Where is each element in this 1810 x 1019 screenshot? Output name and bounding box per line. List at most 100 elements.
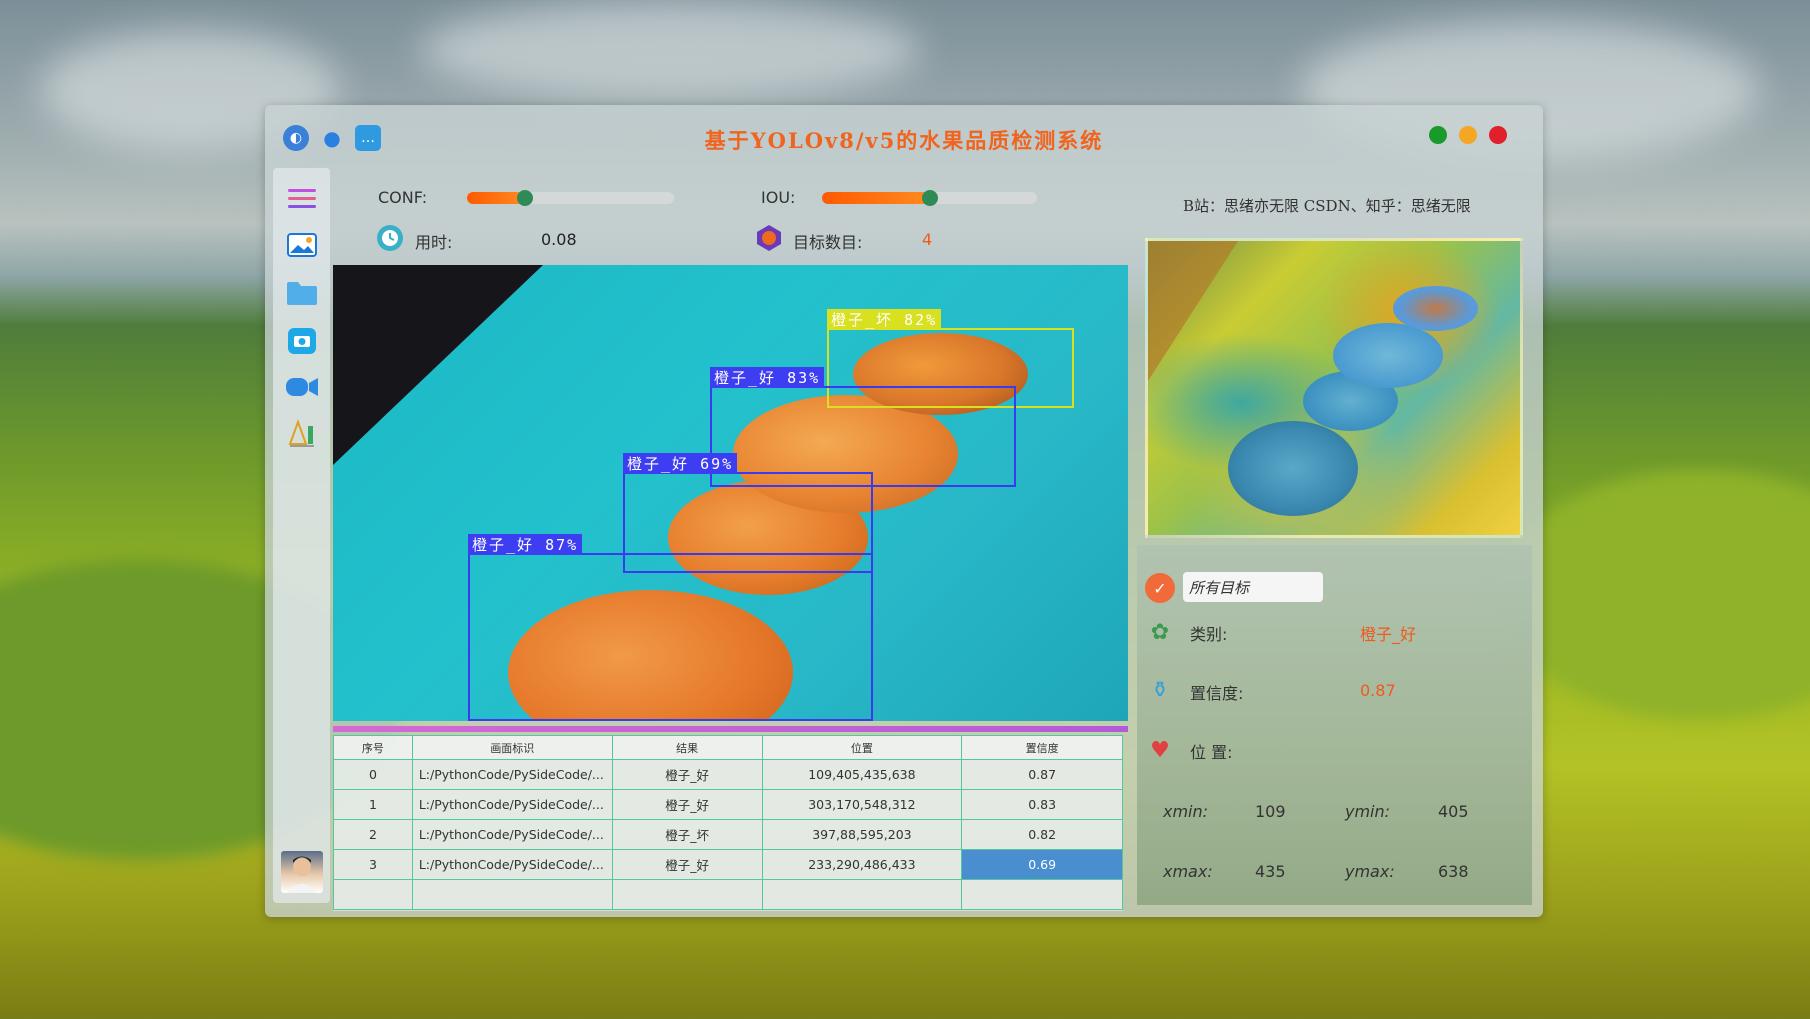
bbox-label-class: 橙子_好	[472, 536, 535, 554]
confidence-label: 置信度:	[1190, 684, 1244, 703]
cell-empty	[333, 879, 413, 910]
avatar[interactable]	[281, 851, 323, 893]
bbox-label-score: 87%	[545, 536, 579, 554]
clock-icon	[377, 225, 403, 251]
cell-position: 233,290,486,433	[761, 849, 963, 880]
cell-id: 3	[333, 849, 413, 880]
iou-slider-fill	[822, 192, 930, 204]
ymin-label: ymin:	[1345, 802, 1391, 821]
table-row-empty[interactable]	[333, 879, 1123, 910]
cell-empty	[961, 879, 1123, 910]
time-value: 0.08	[541, 230, 577, 249]
count-value: 4	[922, 230, 933, 249]
bbox-label: 橙子_好 87%	[468, 534, 583, 555]
menu-icon[interactable]	[285, 184, 319, 214]
time-label: 用时:	[415, 233, 453, 252]
check-icon: ✓	[1145, 573, 1175, 603]
table-row[interactable]: 3 L:/PythonCode/PySideCode/... 橙子_好 233,…	[333, 849, 1123, 880]
maximize-button[interactable]	[1429, 126, 1447, 144]
cell-position: 109,405,435,638	[761, 759, 963, 790]
xmax-label: xmax:	[1163, 862, 1213, 881]
xmin-value: 109	[1255, 802, 1286, 821]
results-table[interactable]: 序号 画面标识 结果 位置 置信度 0 L:/PythonCode/PySide…	[333, 735, 1123, 911]
conf-slider-knob[interactable]	[516, 190, 533, 206]
cell-position: 303,170,548,312	[761, 789, 963, 820]
position-label: 位 置:	[1190, 743, 1233, 762]
cell-path: L:/PythonCode/PySideCode/...	[411, 789, 613, 820]
table-header-row: 序号 画面标识 结果 位置 置信度	[333, 735, 1123, 760]
bottle-icon: ⚱	[1150, 677, 1170, 703]
folder-icon[interactable]	[285, 278, 319, 308]
heatmap-image	[1145, 238, 1523, 538]
target-select[interactable]: 所有目标	[1183, 572, 1323, 602]
iou-label: IOU:	[761, 188, 796, 207]
ymin-value: 405	[1438, 802, 1469, 821]
bbox-label-class: 橙子_好	[714, 369, 777, 387]
cell-result: 橙子_坏	[611, 819, 763, 850]
conf-slider[interactable]	[467, 190, 674, 206]
cell-result: 橙子_好	[611, 759, 763, 790]
xmax-value: 435	[1255, 862, 1286, 881]
table-header[interactable]: 置信度	[961, 735, 1123, 760]
cell-confidence: 0.82	[961, 819, 1123, 850]
video-icon[interactable]	[285, 372, 319, 402]
iou-slider[interactable]	[822, 190, 1037, 206]
table-header[interactable]: 结果	[611, 735, 763, 760]
heatmap-fruit	[1333, 323, 1443, 388]
table-header[interactable]: 序号	[333, 735, 413, 760]
cell-path: L:/PythonCode/PySideCode/...	[411, 819, 613, 850]
minimize-button[interactable]	[1459, 126, 1477, 144]
author-credit: B站：思绪亦无限 CSDN、知乎：思绪无限	[1183, 197, 1471, 215]
ymax-label: ymax:	[1345, 862, 1395, 881]
logo-icon	[285, 418, 319, 448]
table-row[interactable]: 2 L:/PythonCode/PySideCode/... 橙子_坏 397,…	[333, 819, 1123, 850]
bbox-label-class: 橙子_坏	[831, 311, 894, 329]
cell-result: 橙子_好	[611, 789, 763, 820]
cell-path: L:/PythonCode/PySideCode/...	[411, 849, 613, 880]
close-button[interactable]	[1489, 126, 1507, 144]
target-count-icon	[755, 224, 783, 252]
class-label: 类别:	[1190, 625, 1228, 644]
cell-path: L:/PythonCode/PySideCode/...	[411, 759, 613, 790]
cell-confidence: 0.83	[961, 789, 1123, 820]
count-label: 目标数目:	[793, 233, 863, 252]
bbox-label: 橙子_坏 82%	[827, 309, 942, 330]
bbox-label-score: 69%	[700, 455, 734, 473]
cell-result: 橙子_好	[611, 849, 763, 880]
cell-empty	[761, 879, 963, 910]
image-shadow-region	[333, 265, 543, 465]
bbox-label: 橙子_好 69%	[623, 453, 738, 474]
conf-label: CONF:	[378, 188, 428, 207]
table-row[interactable]: 1 L:/PythonCode/PySideCode/... 橙子_好 303,…	[333, 789, 1123, 820]
table-row[interactable]: 0 L:/PythonCode/PySideCode/... 橙子_好 109,…	[333, 759, 1123, 790]
cell-confidence: 0.87	[961, 759, 1123, 790]
image-divider	[333, 726, 1128, 732]
detection-image: 橙子_坏 82% 橙子_好 83% 橙子_好 69% 橙子_好 87%	[333, 265, 1128, 721]
app-title: 基于YOLOv8/v5的水果品质检测系统	[704, 128, 1104, 153]
xmin-label: xmin:	[1163, 802, 1209, 821]
bbox-good	[468, 553, 873, 721]
table-header[interactable]: 位置	[761, 735, 963, 760]
cell-empty	[411, 879, 613, 910]
confidence-value: 0.87	[1360, 681, 1396, 700]
table-header[interactable]: 画面标识	[411, 735, 613, 760]
window-controls	[1429, 126, 1507, 144]
camera-icon[interactable]	[285, 326, 319, 356]
cell-confidence-selected: 0.69	[961, 849, 1123, 880]
class-value: 橙子_好	[1360, 625, 1417, 644]
bbox-label-score: 82%	[904, 311, 938, 329]
cell-id: 0	[333, 759, 413, 790]
app-window: ◐ ● … 基于YOLOv8/v5的水果品质检测系统 CONF: IOU: 用时…	[265, 105, 1543, 917]
cell-empty	[611, 879, 763, 910]
bbox-label: 橙子_好 83%	[710, 367, 825, 388]
bbox-label-class: 橙子_好	[627, 455, 690, 473]
iou-slider-knob[interactable]	[921, 190, 938, 206]
location-icon: ♥	[1150, 737, 1170, 763]
bbox-label-score: 83%	[787, 369, 821, 387]
cell-id: 2	[333, 819, 413, 850]
image-icon[interactable]	[285, 230, 319, 260]
ymax-value: 638	[1438, 862, 1469, 881]
cell-id: 1	[333, 789, 413, 820]
sidebar	[273, 168, 330, 903]
heatmap-fruit	[1228, 421, 1358, 516]
